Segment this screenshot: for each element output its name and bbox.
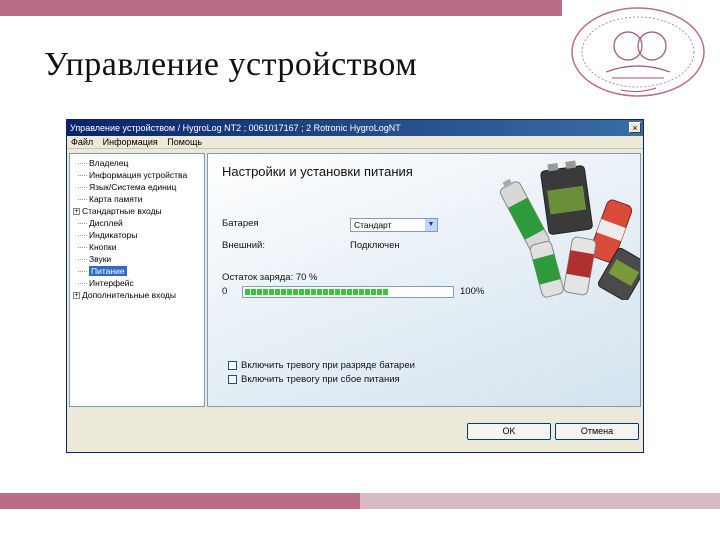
low-battery-alarm-option[interactable]: Включить тревогу при разряде батареи <box>228 360 415 371</box>
bottom-accent-bar <box>0 493 360 509</box>
low-battery-alarm-checkbox[interactable] <box>228 360 237 370</box>
tree-item-owner[interactable]: Владелец <box>78 157 128 169</box>
menu-file[interactable]: Файл <box>71 137 93 147</box>
window-titlebar[interactable]: Управление устройством / HygroLog NT2 ; … <box>67 120 643 136</box>
battery-type-value: Стандарт <box>354 220 392 230</box>
external-power-value: Подключен <box>350 240 400 251</box>
tree-item-display[interactable]: Дисплей <box>78 217 123 229</box>
menu-info[interactable]: Информация <box>103 137 158 147</box>
expand-plus-icon[interactable]: + <box>73 208 80 216</box>
battery-type-select[interactable]: Стандарт ▼ <box>350 218 438 232</box>
power-settings-panel: Настройки и установки питания Батарея Ст… <box>207 153 641 407</box>
device-control-window: Управление устройством / HygroLog NT2 ; … <box>66 119 644 453</box>
tree-item-power[interactable]: Питание <box>78 265 127 277</box>
charge-progress-fill <box>245 289 390 295</box>
menu-help[interactable]: Помощь <box>167 137 202 147</box>
chevron-down-icon[interactable]: ▼ <box>425 219 437 231</box>
slide-title: Управление устройством <box>44 46 418 83</box>
progress-min-label: 0 <box>222 286 228 297</box>
tree-item-standard-inputs[interactable]: + Стандартные входы <box>73 205 162 217</box>
low-battery-alarm-label: Включить тревогу при разряде батареи <box>241 360 415 371</box>
window-title: Управление устройством / HygroLog NT2 ; … <box>70 123 401 133</box>
external-power-label: Внешний: <box>222 240 265 251</box>
cancel-button[interactable]: Отмена <box>555 423 639 440</box>
power-failure-alarm-label: Включить тревогу при сбое питания <box>241 374 400 385</box>
expand-plus-icon[interactable]: + <box>73 292 80 300</box>
close-button[interactable]: × <box>629 122 641 133</box>
power-failure-alarm-checkbox[interactable] <box>228 374 237 384</box>
top-accent-bar <box>0 0 562 16</box>
tree-item-memory-card[interactable]: Карта памяти <box>78 193 143 205</box>
charge-progress-bar <box>242 286 454 298</box>
battery-label: Батарея <box>222 218 259 229</box>
tree-item-indicators[interactable]: Индикаторы <box>78 229 137 241</box>
tree-item-sounds[interactable]: Звуки <box>78 253 111 265</box>
university-emblem-icon <box>571 7 705 97</box>
progress-max-label: 100% <box>460 286 485 297</box>
tree-item-additional-inputs[interactable]: + Дополнительные входы <box>73 289 176 301</box>
tree-item-interface[interactable]: Интерфейс <box>78 277 134 289</box>
power-failure-alarm-option[interactable]: Включить тревогу при сбое питания <box>228 374 400 385</box>
batteries-illustration <box>499 160 640 300</box>
menu-bar: Файл Информация Помощь <box>67 136 643 149</box>
settings-tree: Владелец Информация устройства Язык/Сист… <box>69 153 205 407</box>
tree-item-buttons[interactable]: Кнопки <box>78 241 116 253</box>
charge-remaining-label: Остаток заряда: 70 % <box>222 272 318 283</box>
ok-button[interactable]: OK <box>467 423 551 440</box>
bottom-accent-bar-light <box>360 493 720 509</box>
tree-item-language-units[interactable]: Язык/Система единиц <box>78 181 176 193</box>
tree-item-device-info[interactable]: Информация устройства <box>78 169 187 181</box>
panel-heading: Настройки и установки питания <box>222 164 413 179</box>
